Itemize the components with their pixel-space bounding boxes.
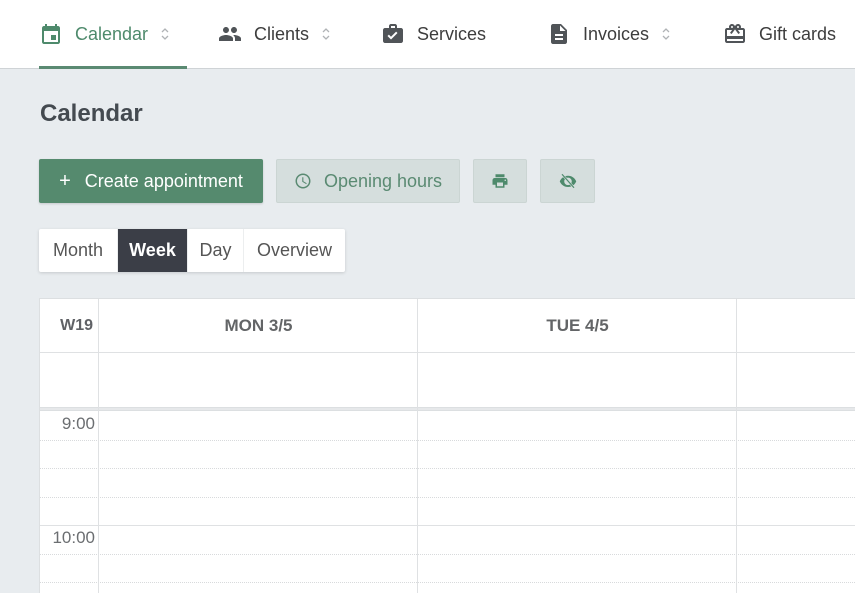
nav-item-calendar[interactable]: Calendar bbox=[39, 0, 187, 69]
time-slot-column-wed[interactable] bbox=[737, 412, 855, 593]
nav-item-clients[interactable]: Clients bbox=[218, 0, 331, 68]
nav-item-label: Clients bbox=[254, 23, 310, 44]
time-label-10: 10:00 bbox=[52, 528, 95, 547]
nav-item-gift-cards[interactable]: Gift cards bbox=[723, 0, 836, 68]
nav-item-label: Services bbox=[417, 23, 487, 44]
view-switcher: Month Week Day Overview bbox=[39, 229, 345, 272]
nav-item-label: Calendar bbox=[75, 23, 149, 44]
printer-icon bbox=[491, 172, 509, 190]
column-divider bbox=[98, 299, 99, 593]
plus-icon: + bbox=[59, 169, 71, 192]
view-month-button[interactable]: Month bbox=[39, 229, 118, 272]
opening-hours-label: Opening hours bbox=[323, 170, 443, 191]
day-header-tue: TUE 4/5 bbox=[546, 315, 609, 335]
view-week-button[interactable]: Week bbox=[118, 229, 188, 272]
calendar-icon bbox=[39, 22, 63, 46]
nav-item-services[interactable]: Services bbox=[381, 0, 486, 68]
document-icon bbox=[547, 22, 571, 46]
nav-item-invoices[interactable]: Invoices bbox=[547, 0, 671, 68]
sort-icon bbox=[160, 26, 170, 42]
day-header-mon: MON 3/5 bbox=[224, 315, 293, 335]
all-day-separator bbox=[40, 407, 855, 411]
top-navigation: Calendar Clients Services Invoices Gift … bbox=[0, 0, 855, 69]
clock-icon bbox=[294, 172, 312, 190]
print-button[interactable] bbox=[473, 159, 527, 203]
time-slot-column-mon[interactable] bbox=[99, 412, 418, 593]
nav-item-label: Gift cards bbox=[759, 23, 837, 44]
day-header-wed bbox=[737, 299, 855, 352]
people-icon bbox=[218, 22, 242, 46]
gift-card-icon bbox=[723, 22, 747, 46]
eye-off-icon bbox=[559, 172, 577, 190]
view-day-button[interactable]: Day bbox=[188, 229, 244, 272]
sort-icon bbox=[321, 26, 331, 42]
create-appointment-label: Create appointment bbox=[84, 170, 243, 191]
create-appointment-button[interactable]: + Create appointment bbox=[39, 159, 263, 203]
week-number: W19 bbox=[60, 316, 93, 334]
column-divider bbox=[736, 299, 737, 593]
time-label-9: 9:00 bbox=[61, 414, 95, 433]
nav-item-label: Invoices bbox=[583, 23, 650, 44]
view-overview-button[interactable]: Overview bbox=[244, 229, 345, 272]
briefcase-check-icon bbox=[381, 22, 405, 46]
page-title: Calendar bbox=[40, 100, 143, 127]
week-calendar-grid: W19 MON 3/5 TUE 4/5 9:00 10:00 bbox=[39, 298, 855, 593]
sort-icon bbox=[661, 26, 671, 42]
column-divider bbox=[417, 299, 418, 593]
hide-button[interactable] bbox=[540, 159, 595, 203]
time-slot-column-tue[interactable] bbox=[418, 412, 737, 593]
all-day-cell-tue[interactable] bbox=[418, 353, 737, 407]
all-day-cell-wed[interactable] bbox=[737, 353, 855, 407]
all-day-cell-mon[interactable] bbox=[99, 353, 418, 407]
opening-hours-button[interactable]: Opening hours bbox=[276, 159, 460, 203]
